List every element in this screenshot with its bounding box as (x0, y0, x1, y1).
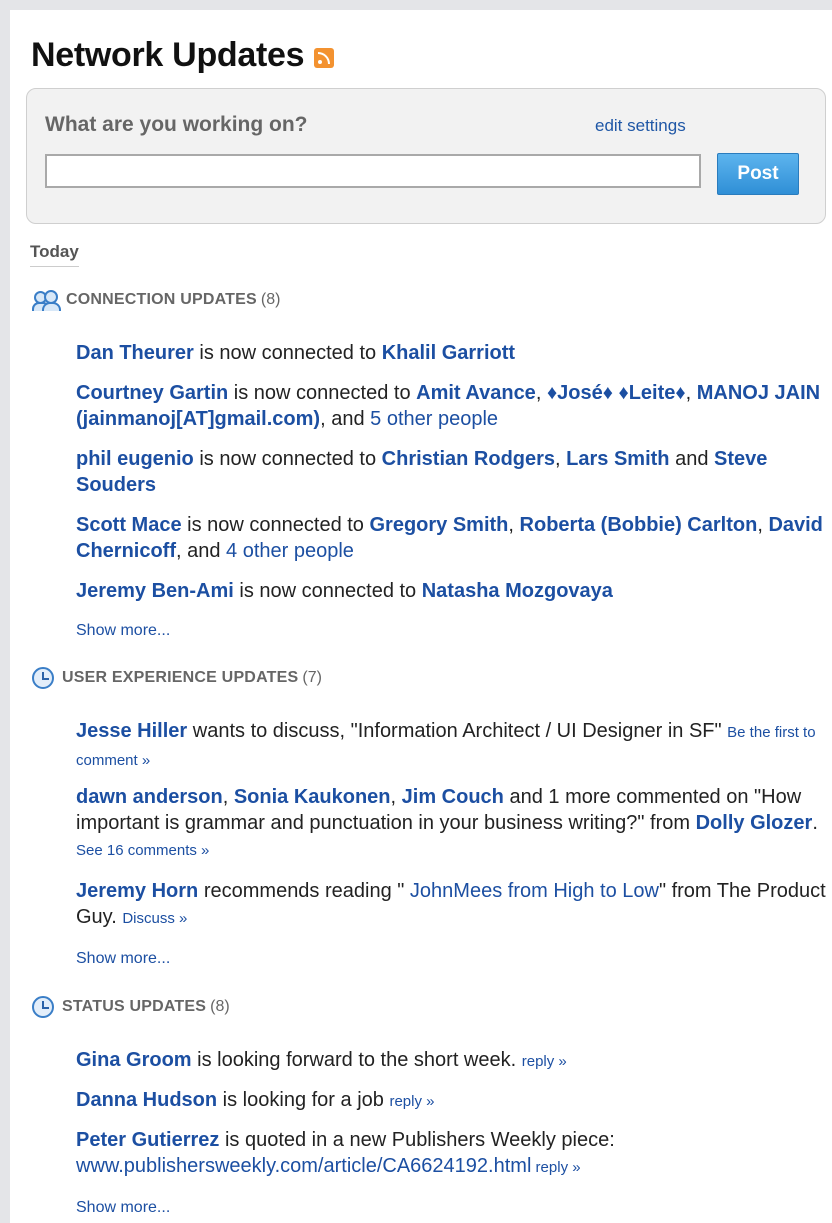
item-text: is now connected to (228, 382, 417, 404)
list-item: Dan Theurer is now connected to Khalil G… (76, 340, 826, 366)
person-link[interactable]: Amit Avance (416, 382, 536, 404)
reply-link[interactable]: reply » (389, 1093, 434, 1110)
person-link[interactable]: dawn anderson (76, 786, 223, 808)
rss-icon[interactable] (314, 48, 335, 68)
person-link[interactable]: Jeremy Horn (76, 880, 198, 902)
item-text: is now connected to (193, 342, 382, 364)
person-link[interactable]: Scott Mace (76, 514, 182, 536)
person-link[interactable]: Khalil Garriott (382, 342, 515, 364)
person-link[interactable]: Dan Theurer (76, 342, 194, 364)
page-title: Network Updates (31, 35, 305, 74)
list-item: Jesse Hiller wants to discuss, "Informat… (76, 718, 826, 774)
person-link[interactable]: Lars Smith (566, 448, 669, 470)
section-count: (8) (260, 291, 281, 308)
list-item: phil eugenio is now connected to Christi… (76, 446, 826, 498)
other-people-link[interactable]: 4 other people (226, 540, 354, 562)
list-item: Jeremy Ben-Ami is now connected to Natas… (76, 578, 826, 604)
item-text: , and (176, 540, 227, 562)
person-link[interactable]: Jim Couch (402, 786, 504, 808)
status-prompt: What are you working on? (45, 113, 308, 136)
article-link[interactable]: JohnMees from High to Low (404, 880, 659, 902)
section-title: CONNECTION UPDATES (66, 291, 257, 308)
list-item: Peter Gutierrez is quoted in a new Publi… (76, 1127, 826, 1181)
item-text: is now connected to (181, 514, 370, 536)
reply-link[interactable]: reply » (531, 1159, 581, 1176)
person-link[interactable]: Natasha Mozgovaya (422, 580, 613, 602)
today-label: Today (30, 242, 79, 267)
comments-link[interactable]: See 16 comments » (76, 842, 209, 859)
show-more-link[interactable]: Show more... (76, 622, 170, 640)
person-link[interactable]: Christian Rodgers (382, 448, 555, 470)
person-link[interactable]: ♦José♦ ♦Leite♦ (547, 382, 686, 404)
url-link[interactable]: www.publishersweekly.com/article/CA66241… (76, 1155, 531, 1177)
item-text: , (685, 382, 697, 404)
show-more-link[interactable]: Show more... (76, 950, 170, 968)
person-link[interactable]: Peter Gutierrez (76, 1129, 219, 1151)
item-text: , (555, 448, 567, 470)
status-input[interactable] (45, 154, 701, 188)
status-update-box: What are you working on? edit settings P… (26, 88, 826, 224)
list-item: Courtney Gartin is now connected to Amit… (76, 380, 826, 432)
person-link[interactable]: Jesse Hiller (76, 720, 187, 742)
item-text: is now connected to (233, 580, 422, 602)
list-item: Scott Mace is now connected to Gregory S… (76, 512, 826, 564)
person-link[interactable]: Dolly Glozer (696, 812, 813, 834)
person-link[interactable]: Sonia Kaukonen (234, 786, 391, 808)
title-row: Network Updates (31, 32, 335, 78)
clock-icon (32, 996, 54, 1018)
section-count: (8) (210, 998, 230, 1015)
item-text: , (508, 514, 520, 536)
connections-icon (32, 289, 61, 311)
item-text: is quoted in a new Publishers Weekly pie… (219, 1129, 615, 1151)
clock-icon (32, 667, 54, 689)
person-link[interactable]: Jeremy Ben-Ami (76, 580, 234, 602)
item-text: , (535, 382, 547, 404)
section-header: CONNECTION UPDATES (8) (32, 288, 280, 312)
list-item: dawn anderson, Sonia Kaukonen, Jim Couch… (76, 784, 826, 864)
item-text: recommends reading " (198, 880, 405, 902)
item-text: is looking forward to the short week. (191, 1049, 522, 1071)
person-link[interactable]: Danna Hudson (76, 1089, 217, 1111)
discuss-link[interactable]: Discuss » (122, 910, 187, 927)
item-text: , and (320, 408, 371, 430)
post-button[interactable]: Post (717, 153, 799, 195)
item-text: , (757, 514, 769, 536)
item-text: wants to discuss, "Information Architect… (187, 720, 728, 742)
item-text: . (812, 812, 818, 834)
item-text: is looking for a job (217, 1089, 390, 1111)
section-title: USER EXPERIENCE UPDATES (62, 669, 299, 686)
list-item: Gina Groom is looking forward to the sho… (76, 1047, 826, 1075)
person-link[interactable]: phil eugenio (76, 448, 194, 470)
item-text: , (222, 786, 234, 808)
item-text: is now connected to (193, 448, 382, 470)
person-link[interactable]: Roberta (Bobbie) Carlton (520, 514, 758, 536)
edit-settings-link[interactable]: edit settings (595, 116, 686, 136)
other-people-link[interactable]: 5 other people (370, 408, 498, 430)
network-updates-panel: Network Updates What are you working on?… (10, 10, 832, 1223)
section-count: (7) (302, 669, 322, 686)
section-header: USER EXPERIENCE UPDATES (7) (32, 666, 322, 690)
section-header: STATUS UPDATES (8) (32, 995, 230, 1019)
reply-link[interactable]: reply » (522, 1053, 567, 1070)
person-link[interactable]: Gina Groom (76, 1049, 192, 1071)
item-text: , (390, 786, 402, 808)
item-text: and (669, 448, 714, 470)
show-more-link[interactable]: Show more... (76, 1199, 170, 1217)
section-title: STATUS UPDATES (62, 998, 207, 1015)
person-link[interactable]: Gregory Smith (369, 514, 508, 536)
person-link[interactable]: Courtney Gartin (76, 382, 228, 404)
list-item: Danna Hudson is looking for a job reply … (76, 1087, 826, 1115)
list-item: Jeremy Horn recommends reading " JohnMee… (76, 878, 826, 932)
